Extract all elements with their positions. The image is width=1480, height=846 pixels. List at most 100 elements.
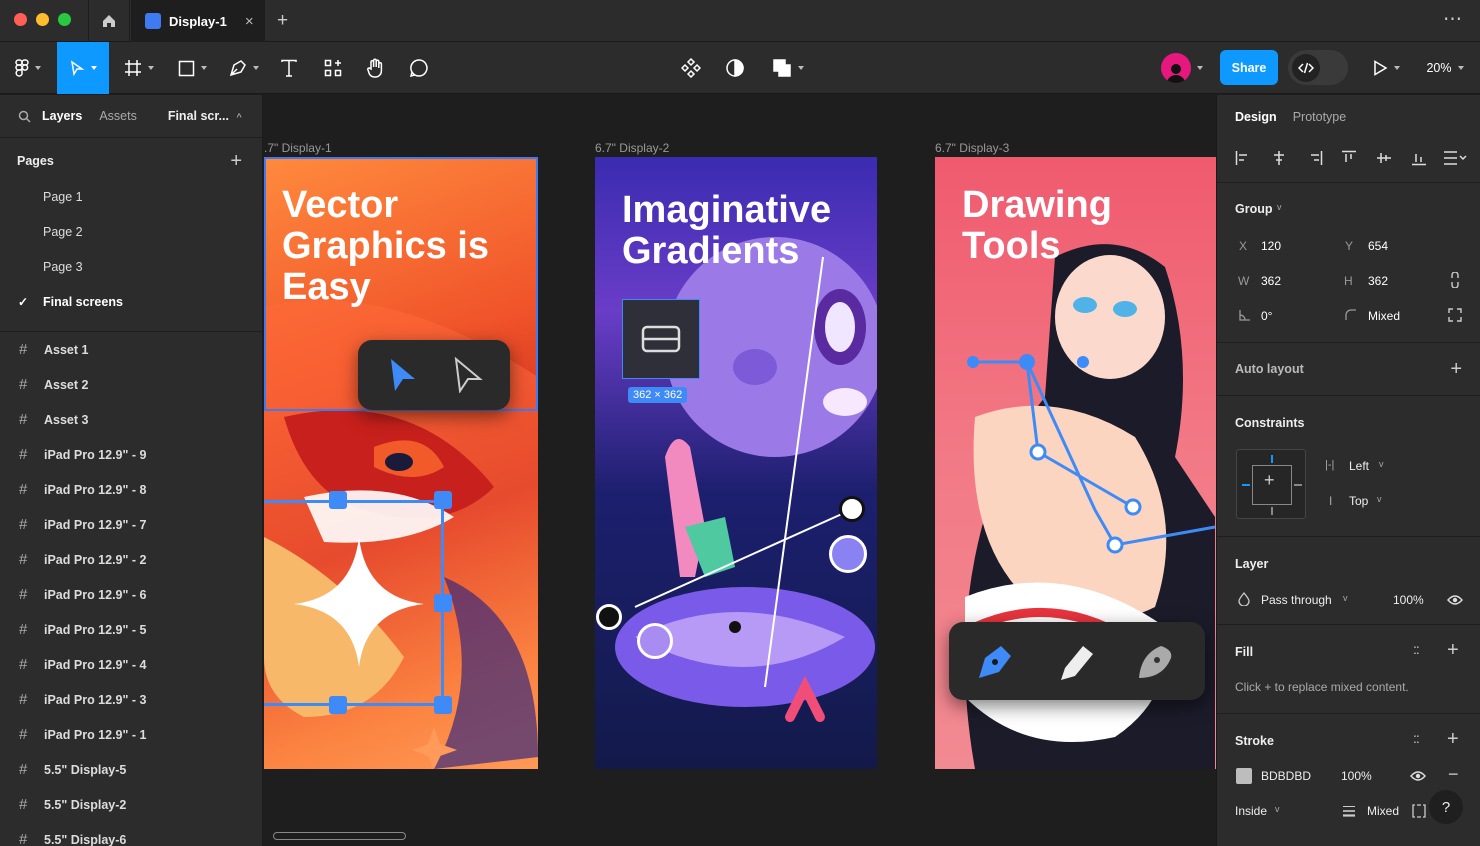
align-right-icon[interactable] bbox=[1307, 150, 1323, 166]
stroke-weight-input[interactable]: Mixed bbox=[1367, 804, 1399, 818]
tab-assets[interactable]: Assets bbox=[99, 109, 137, 123]
stroke-color-input[interactable]: BDBDBD bbox=[1261, 769, 1311, 783]
add-page-button[interactable]: + bbox=[230, 150, 242, 173]
layer-item[interactable]: # iPad Pro 12.9" - 4 bbox=[0, 647, 262, 682]
align-center-h-icon[interactable] bbox=[1271, 150, 1287, 166]
share-button[interactable]: Share bbox=[1220, 50, 1278, 85]
layer-item[interactable]: # iPad Pro 12.9" - 2 bbox=[0, 542, 262, 577]
home-button[interactable] bbox=[88, 0, 130, 42]
present-button[interactable] bbox=[1366, 42, 1406, 94]
layer-item[interactable]: # iPad Pro 12.9" - 6 bbox=[0, 577, 262, 612]
align-center-v-icon[interactable] bbox=[1376, 150, 1392, 166]
page-item-final-screens[interactable]: ✓ Final screens bbox=[0, 284, 262, 319]
search-icon[interactable] bbox=[18, 110, 31, 123]
vector-node[interactable] bbox=[829, 535, 867, 573]
page-item-page-2[interactable]: Page 2 bbox=[0, 214, 262, 249]
resources-tool-button[interactable] bbox=[318, 42, 348, 94]
page-item-page-1[interactable]: Page 1 bbox=[0, 179, 262, 214]
anchor-point[interactable] bbox=[329, 491, 347, 509]
layer-item[interactable]: # Asset 3 bbox=[0, 402, 262, 437]
layer-item[interactable]: # iPad Pro 12.9" - 8 bbox=[0, 472, 262, 507]
frame-label[interactable]: .7" Display-1 bbox=[264, 141, 332, 155]
layer-item[interactable]: # Asset 2 bbox=[0, 367, 262, 402]
vector-node[interactable] bbox=[637, 623, 673, 659]
document-tab[interactable]: Display-1 × bbox=[131, 0, 265, 42]
stroke-opacity-input[interactable]: 100% bbox=[1341, 769, 1372, 783]
hand-tool-button[interactable] bbox=[361, 42, 391, 94]
dev-mode-toggle[interactable] bbox=[1288, 50, 1348, 85]
height-input[interactable]: 362 bbox=[1368, 274, 1388, 288]
constraints-widget[interactable]: + bbox=[1236, 449, 1306, 519]
tab-design[interactable]: Design bbox=[1235, 110, 1277, 124]
corner-radius-input[interactable]: Mixed bbox=[1368, 309, 1400, 323]
stroke-settings-icon[interactable] bbox=[1412, 804, 1426, 818]
avatar-button[interactable] bbox=[1156, 42, 1208, 94]
tab-layers[interactable]: Layers bbox=[42, 109, 82, 123]
marker-icon[interactable] bbox=[1053, 640, 1097, 684]
layer-item[interactable]: #5.5" Display-5 bbox=[0, 752, 262, 787]
align-top-icon[interactable] bbox=[1341, 150, 1357, 166]
shape-tool-button[interactable] bbox=[170, 42, 214, 94]
vector-pen-icon[interactable] bbox=[1133, 640, 1177, 684]
frame-label[interactable]: 6.7" Display-2 bbox=[595, 141, 669, 155]
boolean-button[interactable] bbox=[766, 42, 810, 94]
frame-display-2[interactable]: Imaginative Gradients 362 × 362 bbox=[595, 157, 877, 769]
stroke-position-dropdown[interactable]: Inside bbox=[1235, 804, 1267, 818]
horizontal-constraint-dropdown[interactable]: Left bbox=[1349, 459, 1369, 473]
close-window-button[interactable] bbox=[14, 13, 27, 26]
maximize-window-button[interactable] bbox=[58, 13, 71, 26]
width-input[interactable]: 362 bbox=[1261, 274, 1281, 288]
distribute-icon[interactable] bbox=[1443, 150, 1467, 166]
layer-item[interactable]: # iPad Pro 12.9" - 5 bbox=[0, 612, 262, 647]
align-bottom-icon[interactable] bbox=[1411, 150, 1427, 166]
stroke-color-swatch[interactable] bbox=[1236, 768, 1252, 784]
mask-button[interactable] bbox=[720, 42, 750, 94]
layer-item[interactable]: # iPad Pro 12.9" - 7 bbox=[0, 507, 262, 542]
main-menu-button[interactable] bbox=[6, 42, 50, 94]
remove-stroke-button[interactable]: − bbox=[1448, 764, 1459, 785]
constrain-proportions-icon[interactable] bbox=[1449, 272, 1461, 288]
anchor-point[interactable] bbox=[434, 594, 452, 612]
x-input[interactable]: 120 bbox=[1261, 239, 1281, 253]
layer-item[interactable]: # iPad Pro 12.9" - 9 bbox=[0, 437, 262, 472]
page-item-page-3[interactable]: Page 3 bbox=[0, 249, 262, 284]
style-grid-icon[interactable]: :: bbox=[1413, 730, 1420, 746]
anchor-point[interactable] bbox=[434, 696, 452, 714]
anchor-point[interactable] bbox=[329, 696, 347, 714]
add-auto-layout-button[interactable]: + bbox=[1450, 358, 1462, 381]
add-stroke-button[interactable]: + bbox=[1447, 728, 1459, 751]
vertical-constraint-dropdown[interactable]: Top bbox=[1349, 494, 1368, 508]
independent-corners-icon[interactable] bbox=[1448, 308, 1462, 322]
frame-display-1[interactable]: Vector Graphics is Easy bbox=[264, 157, 538, 769]
more-options-button[interactable]: ⋯ bbox=[1443, 8, 1462, 31]
anchor-point[interactable] bbox=[434, 491, 452, 509]
layer-opacity-input[interactable]: 100% bbox=[1393, 593, 1424, 607]
layer-item[interactable]: # Asset 1 bbox=[0, 332, 262, 367]
close-tab-icon[interactable]: × bbox=[245, 13, 254, 30]
chevron-down-icon[interactable]: v bbox=[1277, 202, 1282, 212]
eye-icon[interactable] bbox=[1410, 770, 1426, 782]
outline-cursor-icon[interactable] bbox=[453, 357, 483, 393]
page-selector[interactable]: Final scr... ^ bbox=[168, 109, 242, 123]
vector-node[interactable] bbox=[596, 604, 622, 630]
help-button[interactable]: ? bbox=[1429, 790, 1463, 824]
blend-mode-dropdown[interactable]: Pass through bbox=[1261, 593, 1332, 607]
layer-item[interactable]: # iPad Pro 12.9" - 3 bbox=[0, 682, 262, 717]
vector-node[interactable] bbox=[839, 496, 865, 522]
horizontal-scrollbar[interactable] bbox=[273, 832, 406, 840]
layer-item[interactable]: #5.5" Display-2 bbox=[0, 787, 262, 822]
new-tab-button[interactable]: + bbox=[277, 10, 288, 32]
add-fill-button[interactable]: + bbox=[1447, 639, 1459, 662]
rotation-input[interactable]: 0° bbox=[1261, 309, 1272, 323]
minimize-window-button[interactable] bbox=[36, 13, 49, 26]
pen-tool-icon[interactable] bbox=[973, 640, 1017, 684]
selection-box[interactable] bbox=[622, 299, 700, 379]
align-left-icon[interactable] bbox=[1235, 150, 1251, 166]
design-canvas[interactable]: .7" Display-1 6.7" Display-2 6.7" Displa… bbox=[264, 95, 1216, 846]
frame-tool-button[interactable] bbox=[117, 42, 161, 94]
cursor-icon[interactable] bbox=[388, 357, 418, 393]
frame-label[interactable]: 6.7" Display-3 bbox=[935, 141, 1009, 155]
layer-item[interactable]: # iPad Pro 12.9" - 1 bbox=[0, 717, 262, 752]
component-button[interactable] bbox=[676, 42, 706, 94]
comment-tool-button[interactable] bbox=[404, 42, 434, 94]
